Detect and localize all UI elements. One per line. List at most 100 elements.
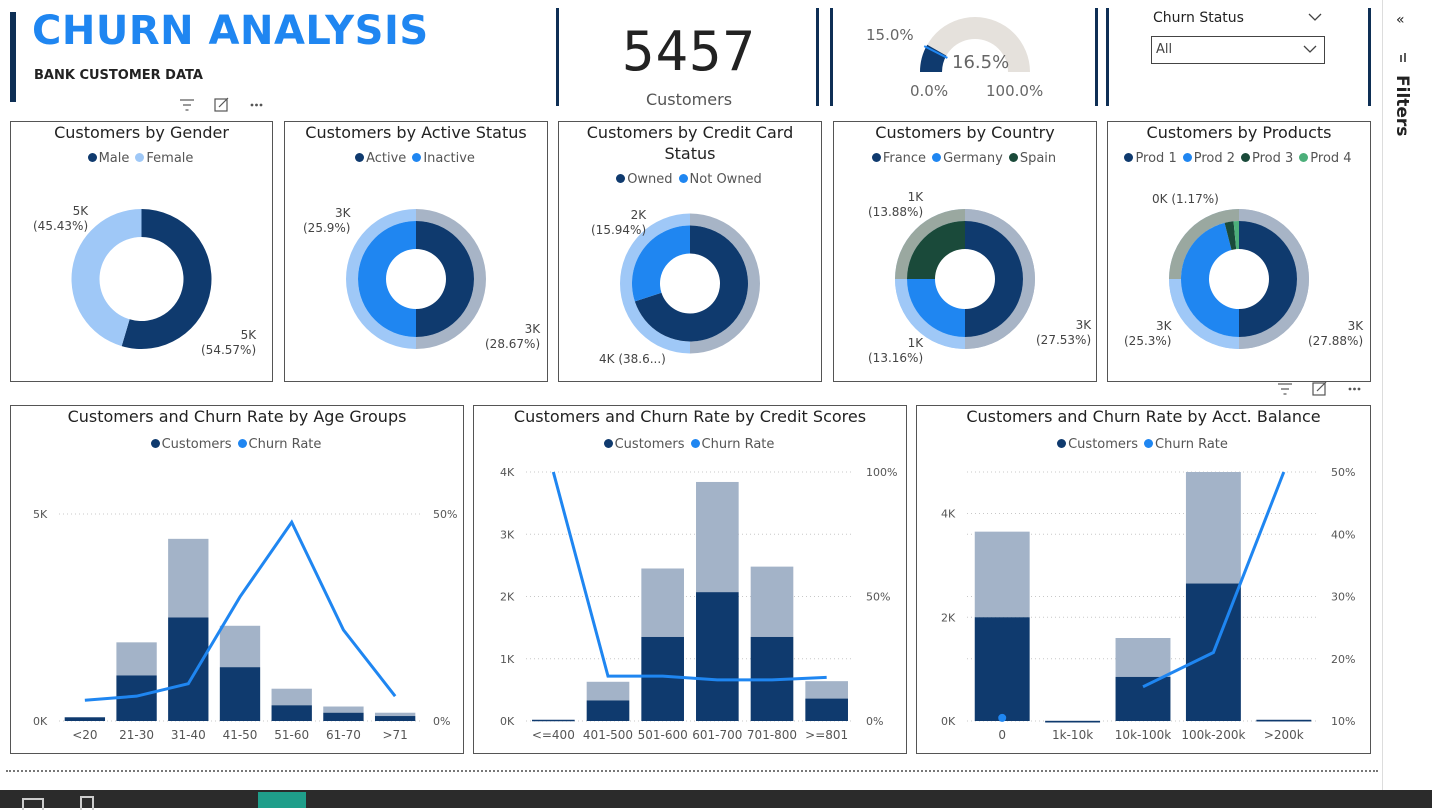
desktop-view-icon[interactable] <box>22 798 44 810</box>
bar-segment-total[interactable] <box>641 568 684 637</box>
legend-dot-icon <box>871 153 881 162</box>
bar-segment-churned[interactable] <box>64 717 106 721</box>
focus-mode-icon[interactable] <box>1312 381 1327 396</box>
chevron-down-icon[interactable] <box>1303 44 1317 54</box>
y-axis-tick-label: 3K <box>500 528 515 541</box>
legend-item[interactable]: Male <box>87 151 129 166</box>
legend-dot-icon <box>678 174 688 183</box>
x-axis-tick-label: >200k <box>1264 728 1304 742</box>
bar-segment-total[interactable] <box>750 566 794 637</box>
filter-icon[interactable] <box>180 99 194 111</box>
collapse-pane-icon[interactable]: « <box>1396 12 1405 28</box>
data-label-percent: (27.53%) <box>1036 333 1092 347</box>
donut-card[interactable]: Customers by Active Status Active Inactive… <box>284 121 548 382</box>
y2-axis-tick-label: 50% <box>433 508 457 521</box>
combo-chart-svg[interactable]: 0K 5K 0% 50% <20 21-30 31-40 41-50 51-60 61-70 >71 <box>11 406 463 753</box>
combo-chart-svg[interactable]: 0K 2K 4K 10% 20% 30% 40% 50% 0 1k-10k 10k-100k 100k… <box>917 406 1370 753</box>
legend-item[interactable]: Spain <box>1008 151 1057 166</box>
legend-item[interactable]: Not Owned <box>678 172 762 187</box>
legend-item[interactable]: Owned <box>616 172 673 187</box>
data-label-percent: (13.88%) <box>868 205 924 219</box>
filter-icon[interactable] <box>1278 383 1292 395</box>
bar-segment-total[interactable] <box>586 681 630 701</box>
legend-item[interactable]: Inactive <box>412 151 475 166</box>
bar-segment-churned[interactable] <box>532 719 575 722</box>
donut-card[interactable]: Customers by Gender Male Female 5K (45.43%) 5… <box>10 121 273 382</box>
legend-item[interactable]: Prod 2 <box>1182 151 1235 166</box>
bar-segment-churned[interactable] <box>641 636 684 721</box>
legend-item[interactable]: France <box>871 151 926 166</box>
bar-segment-total[interactable] <box>374 712 416 717</box>
bar-segment-total[interactable] <box>974 531 1030 618</box>
bar-segment-churned[interactable] <box>696 592 739 721</box>
combo-chart-svg[interactable]: 0K 1K 2K 3K 4K 0% 50% 100% <=400 401-500 501-600 60… <box>474 406 906 753</box>
kpi-customers-label: Customers <box>645 90 733 109</box>
legend-item[interactable]: Prod 4 <box>1299 151 1352 166</box>
data-label-percent: (25.3%) <box>1124 334 1172 348</box>
bar-segment-churned[interactable] <box>374 716 416 721</box>
chart-legend: Prod 1 Prod 2 Prod 3 Prod 4 <box>1108 151 1370 166</box>
bar-segment-churned[interactable] <box>1045 721 1101 723</box>
card-title: Customers by Active Status <box>305 123 527 142</box>
data-label-value: 3K <box>524 322 541 336</box>
donut-card[interactable]: Customers by Credit Card Status Owned Not … <box>558 121 822 382</box>
bar-segment-total[interactable] <box>805 681 848 699</box>
bar-segment-total[interactable] <box>219 625 261 668</box>
legend-label: Inactive <box>423 151 475 166</box>
filters-pane-label[interactable]: Filters <box>1392 75 1412 136</box>
chevron-down-icon[interactable] <box>1308 12 1322 22</box>
page-bottom-divider <box>6 770 1378 772</box>
legend-dot-icon <box>1299 153 1309 162</box>
y-axis-tick-label: 2K <box>941 611 956 624</box>
combo-chart-card[interactable]: Customers and Churn Rate by Acct. Balanc… <box>916 405 1371 754</box>
data-label-percent: (27.88%) <box>1308 334 1364 348</box>
combo-chart-card[interactable]: Customers and Churn Rate by Credit Score… <box>473 405 907 754</box>
x-axis-tick-label: 501-600 <box>638 728 688 742</box>
y-axis-tick-label: 2K <box>500 591 515 604</box>
donut-card[interactable]: Customers by Country France Germany Spain 1K… <box>833 121 1097 382</box>
bar-segment-churned[interactable] <box>586 700 630 721</box>
legend-label: Spain <box>1019 151 1057 166</box>
bar-segment-total[interactable] <box>1256 719 1312 720</box>
bar-segment-churned[interactable] <box>219 667 261 721</box>
bar-segment-churned[interactable] <box>271 705 312 721</box>
bar-segment-total[interactable] <box>1115 638 1171 677</box>
data-label: 3K (27.88%) <box>1308 319 1363 349</box>
bar-segment-churned[interactable] <box>168 617 209 722</box>
bar-segment-churned[interactable] <box>805 698 848 721</box>
bar-segment-total[interactable] <box>1045 720 1101 721</box>
line-point[interactable] <box>998 713 1007 722</box>
legend-item[interactable]: Prod 1 <box>1124 151 1177 166</box>
x-axis-tick-label: 100k-200k <box>1181 728 1245 742</box>
bar-segment-total[interactable] <box>1185 472 1241 584</box>
legend-item[interactable]: Active <box>355 151 406 166</box>
bar-segment-churned[interactable] <box>1115 676 1171 721</box>
data-label: 4K (38.6...) <box>599 352 666 367</box>
bar-segment-total[interactable] <box>271 688 312 706</box>
combo-chart-card[interactable]: Customers and Churn Rate by Age Groups Cu… <box>10 405 464 754</box>
active-page-tab[interactable] <box>258 792 306 808</box>
churn-status-dropdown[interactable] <box>1151 36 1325 64</box>
bar-segment-churned[interactable] <box>1256 719 1312 722</box>
more-options-icon[interactable] <box>250 103 263 107</box>
focus-mode-icon[interactable] <box>214 97 229 112</box>
y2-axis-tick-label: 30% <box>1331 591 1355 604</box>
y2-axis-tick-label: 0% <box>866 715 883 728</box>
legend-item[interactable]: Prod 3 <box>1241 151 1293 166</box>
bar-segment-churned[interactable] <box>323 712 364 721</box>
bar-segment-total[interactable] <box>696 481 739 593</box>
bar-segment-total[interactable] <box>323 706 364 713</box>
bar-segment-churned[interactable] <box>974 617 1030 721</box>
y-axis-tick-label: 4K <box>500 466 515 479</box>
card-title: Customers by Country <box>875 123 1055 142</box>
donut-card[interactable]: Customers by Products Prod 1 Prod 2 Prod 3P… <box>1107 121 1371 382</box>
chart-legend: France Germany Spain <box>834 151 1096 166</box>
more-options-icon[interactable] <box>1348 387 1361 391</box>
y2-axis-tick-label: 20% <box>1331 653 1355 666</box>
bar-segment-total[interactable] <box>168 538 209 618</box>
bar-segment-total[interactable] <box>116 642 157 676</box>
legend-item[interactable]: Female <box>135 151 193 166</box>
legend-dot-icon <box>1008 153 1018 162</box>
legend-item[interactable]: Germany <box>932 151 1003 166</box>
donut-chart[interactable] <box>1108 173 1370 381</box>
